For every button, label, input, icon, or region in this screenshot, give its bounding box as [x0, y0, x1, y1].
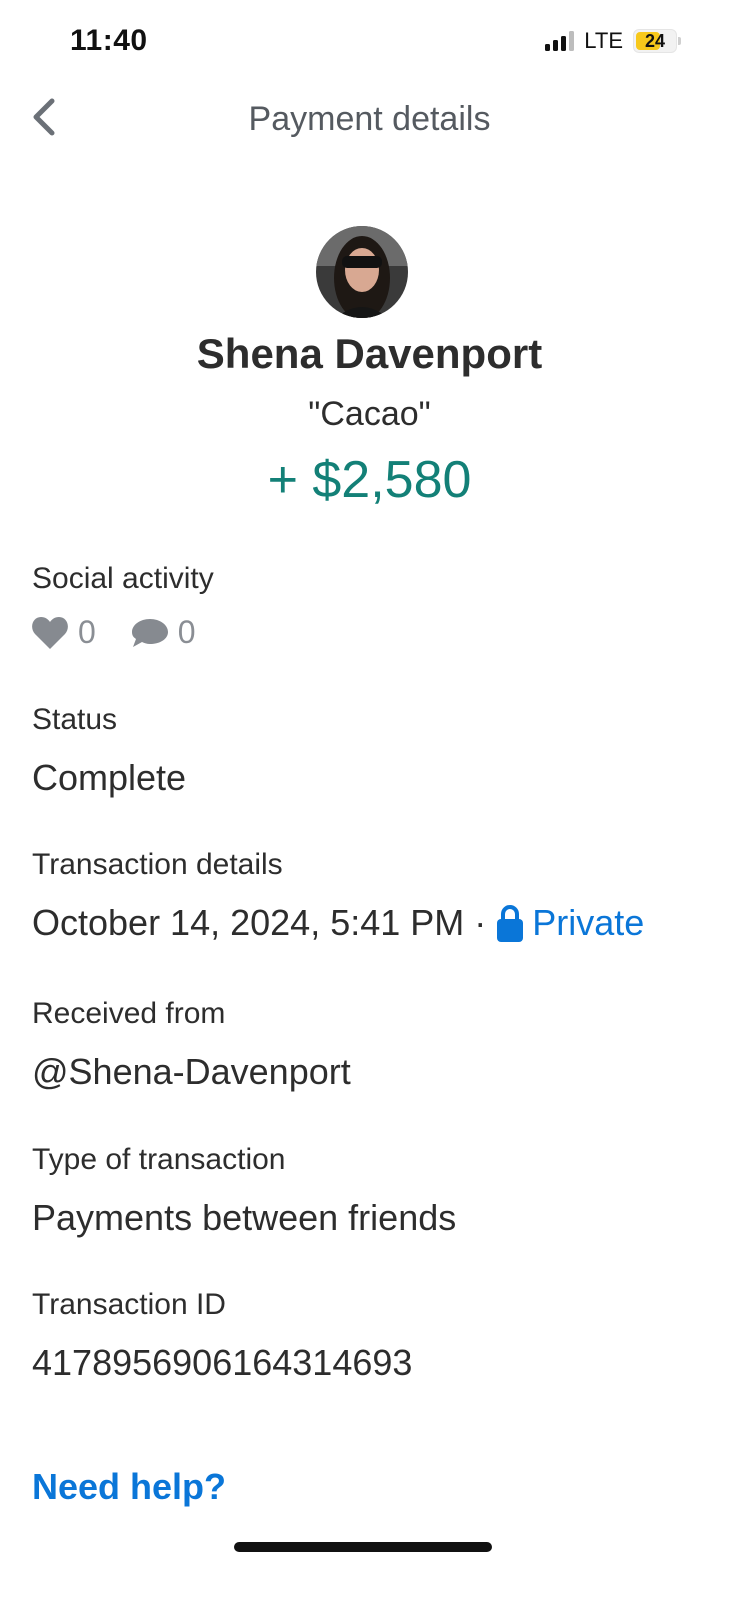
battery-icon: 24: [633, 29, 677, 53]
signal-icon: [545, 31, 575, 51]
need-help-link[interactable]: Need help?: [32, 1466, 226, 1508]
privacy-label: Private: [532, 902, 645, 943]
privacy-setting[interactable]: Private: [496, 902, 644, 944]
like-button[interactable]: 0: [30, 614, 130, 651]
network-type: LTE: [584, 28, 623, 53]
battery-tip: [678, 37, 681, 45]
avatar-image: [316, 226, 408, 318]
payer-name: Shena Davenport: [196, 330, 543, 377]
status-value: Complete: [32, 757, 187, 798]
payment-amount: + $2,580: [267, 451, 472, 509]
transaction-details-row: October 14, 2024, 5:41 PM · Private: [32, 902, 644, 944]
status-label: Status: [32, 703, 118, 736]
comment-icon: [131, 618, 168, 647]
heart-icon: [32, 616, 68, 649]
like-count: 0: [78, 614, 96, 650]
transaction-type-label: Type of transaction: [32, 1143, 286, 1176]
transaction-datetime: October 14, 2024, 5:41 PM: [32, 902, 465, 943]
status-indicators: LTE 24: [545, 28, 681, 54]
social-activity-label: Social activity: [32, 562, 214, 595]
status-time: 11:40: [70, 24, 148, 57]
home-indicator: [234, 1542, 492, 1552]
transaction-type-value: Payments between friends: [32, 1197, 457, 1238]
battery-level: 24: [644, 31, 666, 51]
payment-note: "Cacao": [308, 395, 431, 433]
comment-button[interactable]: 0: [130, 614, 230, 651]
transaction-id-value: 4178956906164314693: [32, 1342, 413, 1383]
transaction-id-label: Transaction ID: [32, 1288, 226, 1321]
social-activity: 0 0: [30, 614, 230, 651]
page-title: Payment details: [248, 100, 491, 138]
received-from-value[interactable]: @Shena-Davenport: [32, 1051, 351, 1093]
transaction-details-label: Transaction details: [32, 848, 283, 881]
received-from-label: Received from: [32, 997, 226, 1030]
lock-icon: [497, 905, 524, 942]
comment-count: 0: [177, 614, 196, 650]
separator-dot: ·: [474, 902, 487, 943]
avatar[interactable]: [316, 226, 408, 318]
